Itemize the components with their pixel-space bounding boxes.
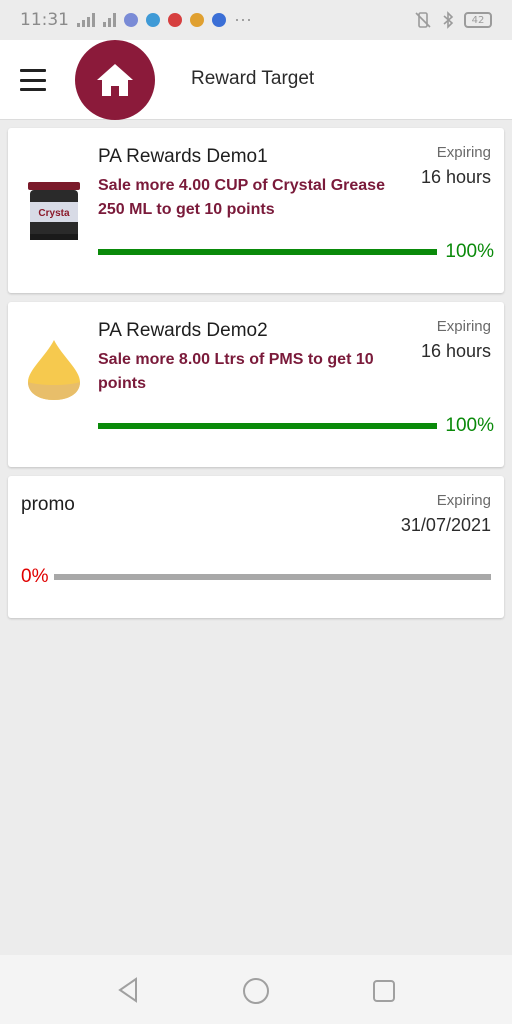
expiry-label: Expiring	[436, 318, 491, 335]
status-bar: 11:31 ⋯ 42	[0, 0, 512, 40]
expiry-label: Expiring	[436, 144, 491, 161]
fuel-drop-icon	[28, 340, 80, 400]
progress-track	[98, 249, 438, 255]
signal-2-icon	[103, 13, 116, 27]
bluetooth-icon	[443, 11, 454, 29]
reward-card[interactable]: promo Expiring 31/07/2021 0%	[8, 476, 504, 618]
reward-title: PA Rewards Demo1	[98, 146, 268, 167]
recents-icon[interactable]	[372, 979, 396, 1003]
progress-bar: 0%	[21, 566, 491, 588]
progress-bar: 100%	[98, 241, 494, 263]
progress-percent: 100%	[445, 241, 494, 262]
expiry-value: 31/07/2021	[400, 515, 491, 535]
battery-icon: 42	[464, 12, 492, 28]
app-bar: Reward Target	[0, 40, 512, 120]
reward-card[interactable]: PA Rewards Demo2 Sale more 8.00 Ltrs of …	[8, 302, 504, 467]
more-notifications-icon: ⋯	[234, 9, 252, 30]
back-icon[interactable]	[116, 977, 140, 1003]
signal-icon	[77, 13, 95, 27]
progress-percent: 0%	[21, 566, 49, 587]
expiry-value: 16 hours	[420, 341, 491, 361]
reward-description: Sale more 4.00 CUP of Crystal Grease 250…	[98, 177, 385, 218]
svg-text:Crysta: Crysta	[38, 208, 70, 219]
reward-title: promo	[21, 494, 75, 515]
discord-icon	[124, 13, 138, 27]
home-button[interactable]	[75, 40, 155, 120]
crystal-grease-jar-icon: Crysta	[28, 182, 80, 240]
progress-bar: 100%	[98, 415, 494, 437]
status-time: 11:31	[20, 10, 69, 30]
reward-description: Sale more 8.00 Ltrs of PMS to get 10 poi…	[98, 351, 374, 392]
reward-card[interactable]: Crysta PA Rewards Demo1 Sale more 4.00 C…	[8, 128, 504, 293]
slack-icon	[190, 13, 204, 27]
vibrate-off-icon	[415, 12, 431, 28]
progress-fill	[98, 423, 438, 429]
navigation-bar	[0, 955, 512, 1024]
progress-track	[98, 423, 438, 429]
progress-percent: 100%	[445, 415, 494, 436]
youtube-icon	[168, 13, 182, 27]
facebook-icon	[212, 13, 226, 27]
reward-title: PA Rewards Demo2	[98, 320, 268, 341]
menu-button[interactable]	[20, 69, 46, 91]
expiry-info: Expiring 16 hours	[421, 144, 491, 188]
home-circle-icon[interactable]	[242, 977, 270, 1005]
telegram-icon	[146, 13, 160, 27]
page-title: Reward Target	[191, 68, 315, 89]
expiry-info: Expiring 31/07/2021	[401, 492, 491, 536]
expiry-info: Expiring 16 hours	[421, 318, 491, 362]
expiry-label: Expiring	[436, 492, 491, 509]
progress-track	[54, 574, 491, 580]
home-icon	[97, 64, 133, 96]
expiry-value: 16 hours	[420, 167, 491, 187]
progress-fill	[98, 249, 438, 255]
